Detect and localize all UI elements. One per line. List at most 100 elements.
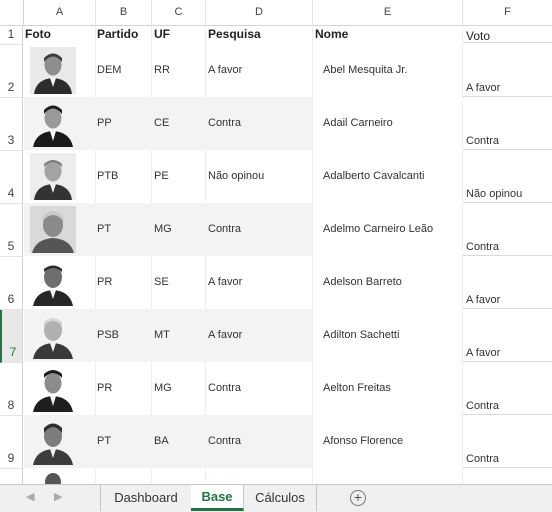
column-header-bar: A B C D E F <box>0 0 552 26</box>
row-header-10[interactable] <box>0 469 23 484</box>
deputy-photo <box>30 206 76 253</box>
row-number: 8 <box>7 398 15 412</box>
table-row: PR MG Contra Aelton Freitas Contra <box>24 362 552 415</box>
row-number: 2 <box>7 80 15 94</box>
person-portrait-icon <box>30 100 76 147</box>
nome-cell[interactable]: Adelson Barreto <box>323 276 402 288</box>
table-row: PT BA Contra Afonso Florence Contra <box>24 415 552 468</box>
person-portrait-icon <box>30 206 76 253</box>
partido-cell[interactable]: PSB <box>97 329 119 341</box>
voto-cell[interactable]: A favor <box>466 347 500 359</box>
row-header-6[interactable]: 6 <box>0 257 23 310</box>
deputy-photo <box>30 100 76 147</box>
partido-cell[interactable]: PT <box>97 223 111 235</box>
row-header-2[interactable]: 2 <box>0 45 23 98</box>
partido-cell[interactable]: PR <box>97 382 112 394</box>
partido-cell[interactable]: PP <box>97 117 112 129</box>
row-header-8[interactable]: 8 <box>0 363 23 416</box>
voto-cell[interactable]: A favor <box>466 294 500 306</box>
table-row: PSB MT A favor Adilton Sachetti A favor <box>24 309 552 362</box>
row-number: 9 <box>7 451 15 465</box>
header-partido[interactable]: Partido <box>97 27 138 41</box>
deputy-photo <box>30 259 76 306</box>
header-voto[interactable]: Voto <box>466 29 490 43</box>
tab-dashboard[interactable]: Dashboard <box>100 485 192 511</box>
pesquisa-cell[interactable]: A favor <box>208 329 242 341</box>
partido-cell[interactable]: PTB <box>97 170 118 182</box>
voto-cell[interactable]: Não opinou <box>466 188 522 200</box>
tab-base[interactable]: Base <box>191 485 244 511</box>
table-row: PT MG Contra Adelmo Carneiro Leão Contra <box>24 203 552 256</box>
voto-cell[interactable]: A favor <box>466 82 500 94</box>
header-uf[interactable]: UF <box>154 27 170 41</box>
uf-cell[interactable]: MG <box>154 382 172 394</box>
voto-cell[interactable]: Contra <box>466 135 499 147</box>
pesquisa-cell[interactable]: Contra <box>208 117 241 129</box>
nome-cell[interactable]: Adilton Sachetti <box>323 329 399 341</box>
voto-cell[interactable]: Contra <box>466 400 499 412</box>
column-header-b[interactable]: B <box>96 0 152 25</box>
prev-sheet-icon[interactable]: ◀ <box>26 490 34 503</box>
deputy-photo <box>30 365 76 412</box>
table-row: PTB PE Não opinou Adalberto Cavalcanti N… <box>24 150 552 203</box>
voto-cell[interactable]: Contra <box>466 241 499 253</box>
header-nome[interactable]: Nome <box>315 27 348 41</box>
partido-cell[interactable]: PR <box>97 276 112 288</box>
nome-cell[interactable]: Adalberto Cavalcanti <box>323 170 425 182</box>
uf-cell[interactable]: RR <box>154 64 170 76</box>
uf-cell[interactable]: PE <box>154 170 169 182</box>
nome-cell[interactable]: Adelmo Carneiro Leão <box>323 223 433 235</box>
row-header-4[interactable]: 4 <box>0 151 23 204</box>
column-header-a[interactable]: A <box>24 0 96 25</box>
column-header-e[interactable]: E <box>313 0 463 25</box>
tab-calculos[interactable]: Cálculos <box>244 485 317 511</box>
partido-cell[interactable]: DEM <box>97 64 121 76</box>
next-sheet-icon[interactable]: ▶ <box>54 490 62 503</box>
sheet-tab-bar: ◀ ▶ Dashboard Base Cálculos + <box>0 484 552 512</box>
voto-divider <box>463 467 552 468</box>
column-header-d[interactable]: D <box>206 0 313 25</box>
row-number: 6 <box>7 292 15 306</box>
person-portrait-icon <box>45 473 61 484</box>
deputy-photo <box>30 418 76 465</box>
header-pesquisa[interactable]: Pesquisa <box>208 27 261 41</box>
pesquisa-cell[interactable]: Contra <box>208 223 241 235</box>
column-header-f[interactable]: F <box>463 0 552 25</box>
pesquisa-cell[interactable]: Contra <box>208 435 241 447</box>
select-all-corner[interactable] <box>0 0 24 25</box>
partido-cell[interactable]: PT <box>97 435 111 447</box>
voto-underline <box>463 42 552 43</box>
row-number: 4 <box>7 186 15 200</box>
deputy-photo <box>30 47 76 94</box>
uf-cell[interactable]: SE <box>154 276 169 288</box>
nome-cell[interactable]: Adail Carneiro <box>323 117 393 129</box>
row-number: 3 <box>7 133 15 147</box>
uf-cell[interactable]: BA <box>154 435 169 447</box>
row-header-3[interactable]: 3 <box>0 98 23 151</box>
row-header-9[interactable]: 9 <box>0 416 23 469</box>
person-portrait-icon <box>30 47 76 94</box>
nome-cell[interactable]: Abel Mesquita Jr. <box>323 64 407 76</box>
header-foto[interactable]: Foto <box>25 27 51 41</box>
add-sheet-icon[interactable]: + <box>350 490 366 506</box>
pesquisa-cell[interactable]: A favor <box>208 276 242 288</box>
pesquisa-cell[interactable]: Não opinou <box>208 170 264 182</box>
row-header-1[interactable]: 1 <box>0 26 23 45</box>
pesquisa-cell[interactable]: A favor <box>208 64 242 76</box>
nome-cell[interactable]: Aelton Freitas <box>323 382 391 394</box>
column-header-c[interactable]: C <box>152 0 206 25</box>
uf-cell[interactable]: MT <box>154 329 170 341</box>
table-row: DEM RR A favor Abel Mesquita Jr. A favor <box>24 44 552 97</box>
table-row: PP CE Contra Adail Carneiro Contra <box>24 97 552 150</box>
nome-cell[interactable]: Afonso Florence <box>323 435 403 447</box>
uf-cell[interactable]: CE <box>154 117 169 129</box>
deputy-photo <box>36 470 70 484</box>
pesquisa-cell[interactable]: Contra <box>208 382 241 394</box>
person-portrait-icon <box>30 312 76 359</box>
voto-cell[interactable]: Contra <box>466 453 499 465</box>
row-header-5[interactable]: 5 <box>0 204 23 257</box>
deputy-photo <box>30 153 76 200</box>
uf-cell[interactable]: MG <box>154 223 172 235</box>
row-header-7[interactable]: 7 <box>0 310 23 363</box>
row-number: 7 <box>9 345 17 359</box>
